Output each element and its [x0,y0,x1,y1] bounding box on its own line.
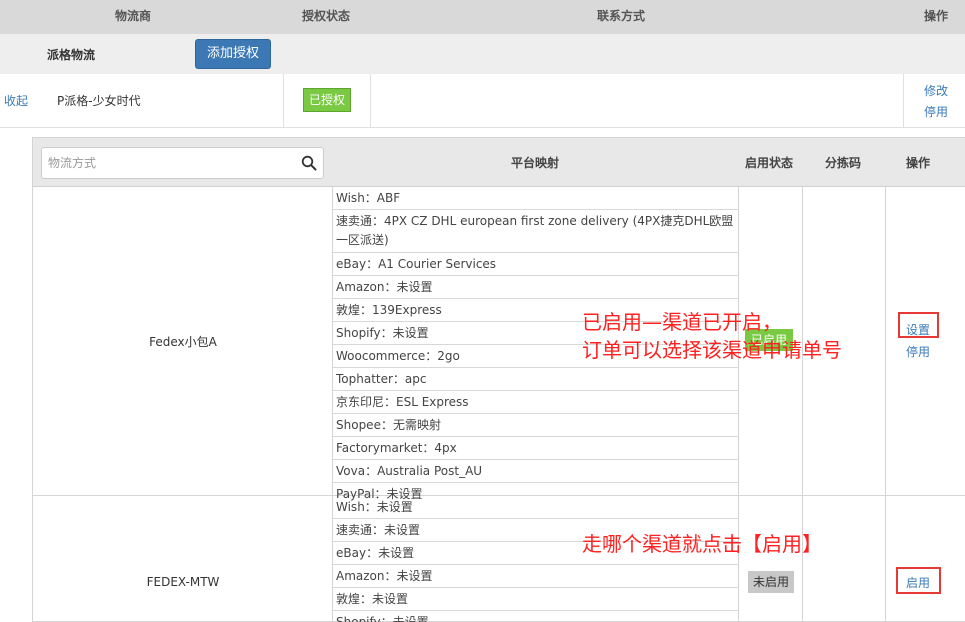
channel-table-header: 平台映射 启用状态 分拣码 操作 [33,138,965,187]
mapping-item: Wish：ABF [333,187,738,210]
header-actions: 操作 [924,9,949,23]
carrier-group-name: 派格物流 [47,48,96,62]
carrier-group-row: 派格物流 添加授权 [0,34,965,74]
col-platform-mapping: 平台映射 [511,156,560,170]
mapping-item: Wish：未设置 [333,496,738,519]
account-name: P派格-少女时代 [57,94,141,108]
annotation-enabled-line2: 订单可以选择该渠道申请单号 [582,338,842,362]
mapping-item: Amazon：未设置 [333,565,738,588]
auth-status-badge: 已授权 [303,88,351,112]
annotation-enable-hint: 走哪个渠道就点击【启用】 [582,532,822,556]
header-auth-status: 授权状态 [302,9,351,23]
header-contact: 联系方式 [597,9,646,23]
divider [885,496,886,622]
channel-panel: 平台映射 启用状态 分拣码 操作 Fedex小包A Wish：ABF 速卖通：4… [32,137,965,622]
mapping-item: 速卖通：4PX CZ DHL european first zone deliv… [333,210,738,253]
mapping-item: 京东印尼：ESL Express [333,391,738,414]
channel-search-input[interactable] [42,148,292,178]
header-carrier: 物流商 [115,9,152,23]
col-actions: 操作 [906,156,931,170]
disable-channel-link[interactable]: 停用 [906,343,930,360]
disable-account-link[interactable]: 停用 [924,103,948,120]
mapping-item: Shopify：未设置 [333,611,738,622]
mapping-item: Vova：Australia Post_AU [333,460,738,483]
add-auth-button[interactable]: 添加授权 [195,39,271,69]
annotation-enabled-line1: 已启用—渠道已开启， [582,310,782,334]
mapping-item: Shopee：无需映射 [333,414,738,437]
search-icon[interactable] [301,155,317,171]
channel-search-box [41,147,324,179]
highlight-box-settings [898,312,939,338]
collapse-link[interactable]: 收起 [4,92,28,109]
divider [802,496,803,622]
table-header: 物流商 授权状态 联系方式 操作 [0,0,965,34]
edit-account-link[interactable]: 修改 [924,82,948,99]
mapping-item: 敦煌：未设置 [333,588,738,611]
mapping-item: Tophatter：apc [333,368,738,391]
platform-mapping-list: Wish：未设置 速卖通：未设置 eBay：未设置 Amazon：未设置 敦煌：… [333,496,738,622]
mapping-item: Amazon：未设置 [333,276,738,299]
account-row: 收起 P派格-少女时代 已授权 修改 停用 [0,74,965,128]
divider [370,74,371,128]
divider [903,74,904,128]
disabled-state-badge: 未启用 [748,571,794,593]
mapping-item: eBay：A1 Courier Services [333,253,738,276]
channel-name: Fedex小包A [149,335,217,349]
divider [885,187,886,496]
channel-row: FEDEX-MTW Wish：未设置 速卖通：未设置 eBay：未设置 Amaz… [33,496,965,622]
divider [738,496,739,622]
highlight-box-enable [896,567,941,594]
divider [283,74,284,128]
col-sort-code: 分拣码 [825,156,862,170]
mapping-item: Factorymarket：4px [333,437,738,460]
channel-name: FEDEX-MTW [146,575,220,589]
col-enable-state: 启用状态 [745,156,794,170]
